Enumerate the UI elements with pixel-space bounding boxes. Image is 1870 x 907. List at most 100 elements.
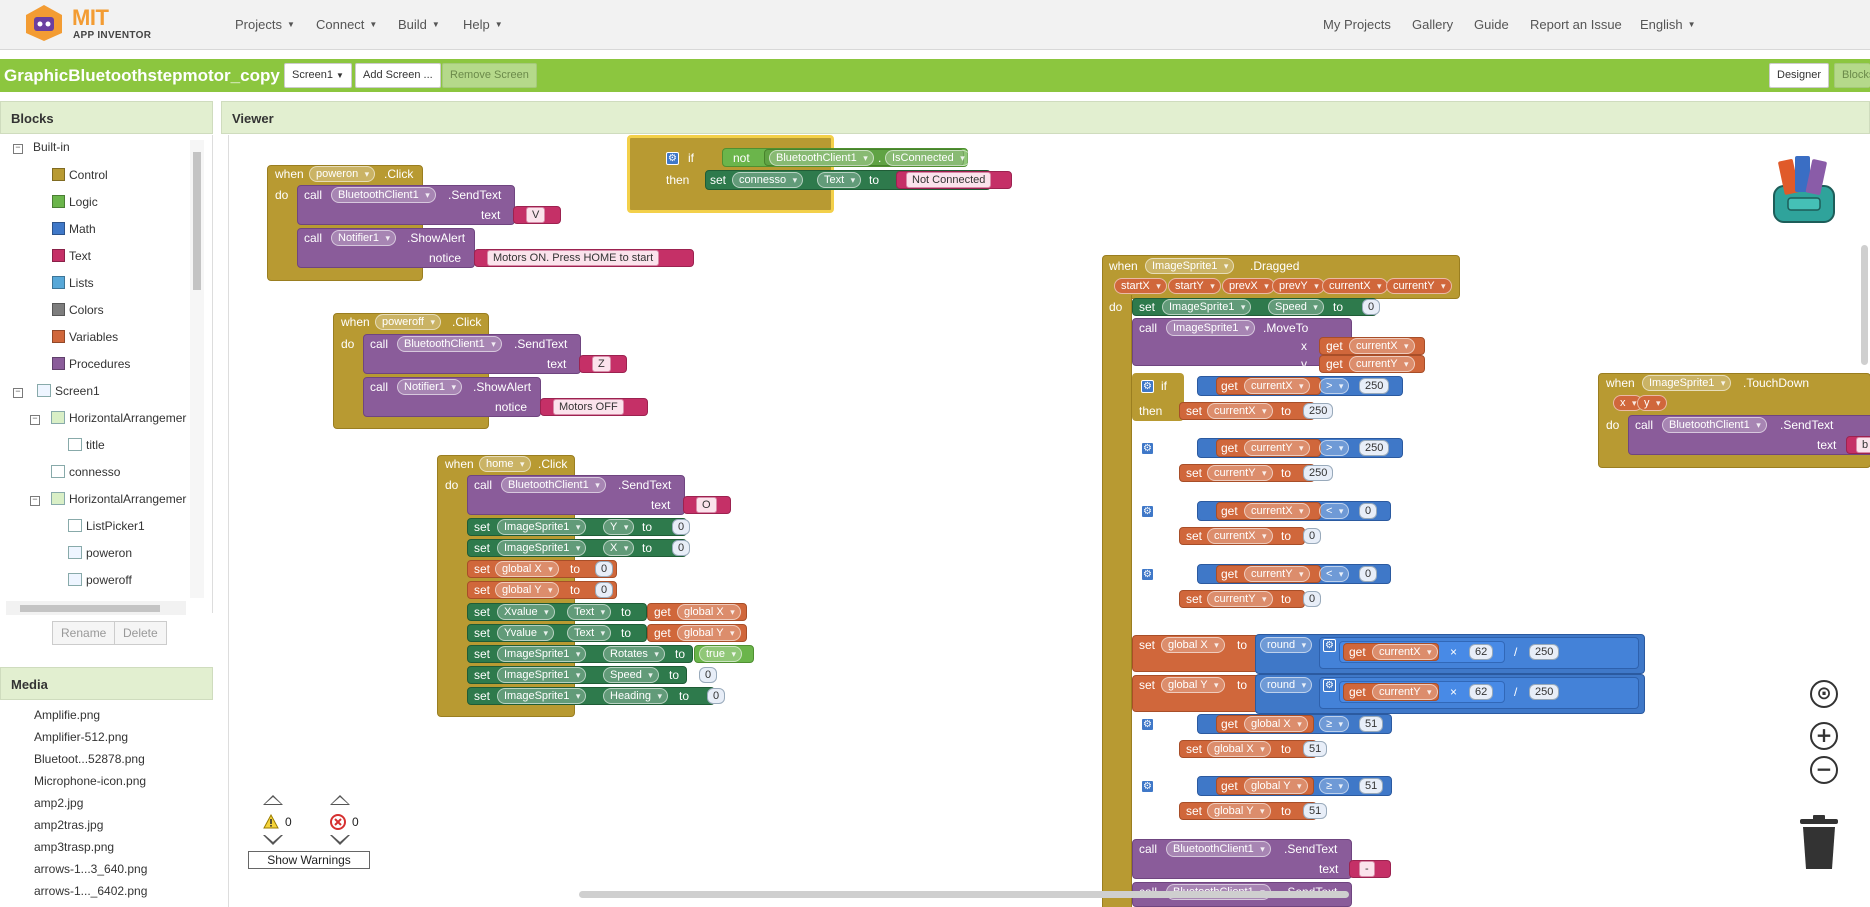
component-dropdown[interactable]: ImageSprite1: [497, 667, 587, 683]
tree-screen1[interactable]: Screen1: [37, 384, 100, 404]
nav-help[interactable]: Help ▼: [463, 17, 503, 32]
variable-dropdown[interactable]: currentX: [1244, 378, 1310, 394]
number-value[interactable]: 0: [1359, 566, 1378, 582]
number-value[interactable]: 0: [595, 561, 614, 577]
text-value[interactable]: O: [696, 497, 717, 513]
operator-dropdown[interactable]: >: [1319, 378, 1350, 394]
trash-icon[interactable]: [1794, 813, 1844, 873]
variable-dropdown[interactable]: currentY: [1244, 440, 1310, 456]
number-value[interactable]: 0: [672, 519, 691, 535]
component-dropdown[interactable]: ImageSprite1: [1145, 258, 1235, 274]
gear-icon[interactable]: ⚙: [1323, 639, 1336, 652]
operator-dropdown[interactable]: ≥: [1319, 716, 1350, 732]
remove-screen-button[interactable]: Remove Screen: [442, 63, 537, 88]
text-value[interactable]: Motors ON. Press HOME to start: [487, 250, 660, 266]
property-dropdown[interactable]: Speed: [1268, 299, 1324, 315]
param-prevy[interactable]: prevY: [1272, 278, 1325, 294]
collapse-icon[interactable]: −: [13, 144, 23, 154]
number-value[interactable]: 51: [1303, 741, 1328, 757]
operator-dropdown[interactable]: >: [1319, 440, 1350, 456]
gear-icon[interactable]: ⚙: [1323, 679, 1336, 692]
tree-logic[interactable]: Logic: [52, 195, 98, 215]
param-y[interactable]: y: [1637, 395, 1667, 411]
rename-button[interactable]: Rename: [52, 621, 116, 645]
number-value[interactable]: 0: [1362, 299, 1381, 315]
error-prev-icon[interactable]: [330, 795, 350, 805]
media-item[interactable]: amp2.jpg: [34, 796, 83, 810]
component-dropdown[interactable]: home: [479, 456, 531, 472]
property-dropdown[interactable]: IsConnected: [885, 150, 971, 166]
component-dropdown[interactable]: Xvalue: [497, 604, 555, 620]
tree-poweroff[interactable]: poweroff: [68, 573, 132, 593]
component-dropdown[interactable]: ImageSprite1: [497, 688, 587, 704]
collapse-icon[interactable]: −: [30, 496, 40, 506]
tree-text[interactable]: Text: [52, 249, 91, 269]
component-dropdown[interactable]: ImageSprite1: [1166, 320, 1256, 336]
nav-gallery[interactable]: Gallery: [1412, 17, 1453, 32]
workspace-vertical-scrollbar[interactable]: [1861, 245, 1868, 365]
boolean-dropdown[interactable]: true: [699, 646, 742, 662]
component-dropdown[interactable]: poweroff: [375, 314, 441, 330]
media-item[interactable]: amp2tras.jpg: [34, 818, 103, 832]
variable-dropdown[interactable]: currentY: [1372, 684, 1438, 700]
number-value[interactable]: 0: [595, 582, 614, 598]
component-dropdown[interactable]: ImageSprite1: [1642, 375, 1732, 391]
blocks-workspace[interactable]: ⚙ if not BluetoothClient1 . IsConnected …: [228, 135, 1870, 907]
variable-dropdown[interactable]: currentX: [1349, 338, 1415, 354]
number-value[interactable]: 250: [1303, 465, 1334, 481]
number-value[interactable]: 0: [707, 688, 726, 704]
operator-dropdown[interactable]: <: [1319, 566, 1350, 582]
text-value[interactable]: b: [1856, 437, 1870, 453]
number-value[interactable]: 51: [1359, 716, 1384, 732]
property-dropdown[interactable]: Y: [603, 519, 635, 535]
property-dropdown[interactable]: Speed: [603, 667, 659, 683]
component-dropdown[interactable]: ImageSprite1: [1162, 299, 1252, 315]
gear-icon[interactable]: ⚙: [1141, 718, 1154, 731]
number-value[interactable]: 250: [1303, 403, 1334, 419]
scroll-thumb[interactable]: [20, 605, 160, 612]
add-screen-button[interactable]: Add Screen ...: [355, 63, 441, 88]
show-warnings-button[interactable]: Show Warnings: [248, 851, 370, 869]
variable-dropdown[interactable]: currentX: [1244, 503, 1310, 519]
tree-builtin[interactable]: Built-in: [33, 140, 70, 160]
nav-build[interactable]: Build ▼: [398, 17, 440, 32]
component-dropdown[interactable]: BluetoothClient1: [1166, 841, 1271, 857]
variable-dropdown[interactable]: global Y: [677, 625, 741, 641]
component-dropdown[interactable]: Notifier1: [331, 230, 396, 246]
number-value[interactable]: 62: [1469, 644, 1494, 660]
tree-title[interactable]: title: [68, 438, 105, 458]
variable-dropdown[interactable]: global X: [1207, 741, 1271, 757]
text-value[interactable]: -: [1359, 861, 1375, 877]
number-value[interactable]: 51: [1303, 803, 1328, 819]
variable-dropdown[interactable]: global X: [1244, 716, 1308, 732]
text-value[interactable]: Z: [592, 356, 611, 372]
zoom-out-icon[interactable]: −: [1810, 756, 1838, 784]
nav-projects[interactable]: Projects ▼: [235, 17, 295, 32]
designer-button[interactable]: Designer: [1769, 63, 1830, 88]
zoom-in-icon[interactable]: +: [1810, 722, 1838, 750]
tree-variables[interactable]: Variables: [52, 330, 118, 350]
gear-icon[interactable]: ⚙: [666, 152, 679, 165]
nav-connect[interactable]: Connect ▼: [316, 17, 377, 32]
gear-icon[interactable]: ⚙: [1141, 380, 1154, 393]
number-value[interactable]: 0: [699, 667, 718, 683]
variable-dropdown[interactable]: global Y: [495, 582, 559, 598]
param-startx[interactable]: startX: [1114, 278, 1167, 294]
number-value[interactable]: 51: [1359, 778, 1384, 794]
tree-vertical-scrollbar[interactable]: [190, 140, 204, 598]
number-value[interactable]: 62: [1469, 684, 1494, 700]
variable-dropdown[interactable]: currentY: [1244, 566, 1310, 582]
variable-dropdown[interactable]: global X: [495, 561, 559, 577]
number-value[interactable]: 250: [1529, 644, 1560, 660]
component-dropdown[interactable]: BluetoothClient1: [331, 187, 436, 203]
center-icon[interactable]: ⊙: [1810, 680, 1838, 708]
variable-dropdown[interactable]: currentX: [1372, 644, 1438, 660]
screen-select[interactable]: Screen1 ▼: [284, 63, 352, 88]
variable-dropdown[interactable]: currentX: [1207, 403, 1273, 419]
tree-control[interactable]: Control: [52, 168, 108, 188]
number-value[interactable]: 250: [1529, 684, 1560, 700]
round-dropdown[interactable]: round: [1260, 637, 1313, 653]
warning-prev-icon[interactable]: [263, 795, 283, 805]
variable-dropdown[interactable]: currentY: [1207, 465, 1273, 481]
tree-horizontal-arrangement-1[interactable]: HorizontalArrangemer: [51, 411, 186, 431]
